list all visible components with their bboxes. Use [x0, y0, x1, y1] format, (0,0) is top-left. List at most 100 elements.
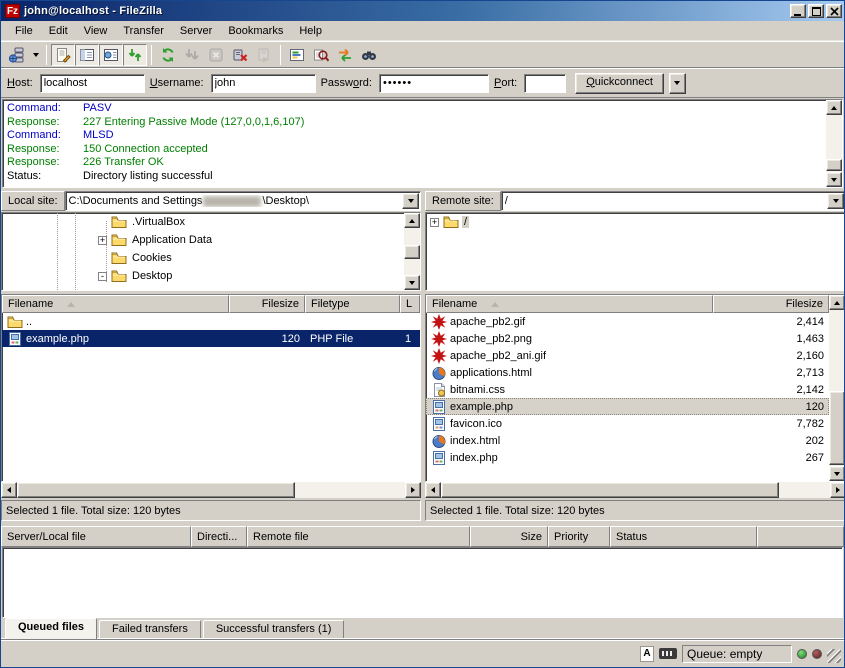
scroll-left-button[interactable]	[1, 482, 17, 498]
queue-column-directi[interactable]: Directi...	[191, 526, 247, 547]
password-input[interactable]	[379, 74, 489, 93]
resize-grip[interactable]	[827, 649, 841, 663]
compare-button[interactable]	[309, 44, 333, 66]
site-manager-button[interactable]	[5, 44, 29, 66]
tab-failed-transfers[interactable]: Failed transfers	[99, 620, 201, 638]
quickconnect-dropdown-button[interactable]	[669, 73, 686, 94]
scroll-down-button[interactable]	[404, 275, 420, 290]
queue-column-size[interactable]: Size	[470, 526, 548, 547]
log-scrollbar[interactable]	[826, 100, 842, 187]
scroll-up-button[interactable]	[829, 295, 845, 310]
remote-site-dropdown-button[interactable]	[827, 193, 844, 209]
menu-help[interactable]: Help	[291, 22, 330, 40]
remote-hscrollbar[interactable]	[425, 482, 845, 498]
tab-queued-files[interactable]: Queued files	[5, 618, 97, 639]
menu-transfer[interactable]: Transfer	[115, 22, 172, 40]
scroll-right-button[interactable]	[830, 482, 845, 498]
tree-item[interactable]: -Desktop	[2, 267, 420, 285]
scroll-up-button[interactable]	[826, 100, 842, 115]
menu-file[interactable]: File	[7, 22, 41, 40]
queue-column-serverlocalfile[interactable]: Server/Local file	[1, 526, 191, 547]
tab-successful-transfers-[interactable]: Successful transfers (1)	[203, 620, 345, 638]
scroll-thumb[interactable]	[404, 245, 420, 259]
expand-icon[interactable]: +	[430, 218, 439, 227]
file-row[interactable]: apache_pb2.png1,463	[426, 330, 829, 347]
local-site-combo[interactable]: C:\Documents and Settings\Desktop\	[65, 191, 421, 211]
sync-browsing-button[interactable]	[333, 44, 357, 66]
recv-activity-led	[797, 649, 807, 659]
scroll-left-button[interactable]	[425, 482, 441, 498]
collapse-icon[interactable]: -	[98, 272, 107, 281]
tree-item[interactable]: Cookies	[2, 249, 420, 267]
remote-list-scrollbar[interactable]	[829, 295, 845, 481]
scroll-right-button[interactable]	[405, 482, 421, 498]
toggle-queue-button[interactable]	[123, 44, 147, 66]
queue-list[interactable]	[2, 547, 843, 618]
site-manager-dropdown-button[interactable]	[29, 44, 42, 66]
speed-limits-icon[interactable]	[659, 648, 677, 659]
file-row[interactable]: bitnami.css2,142	[426, 381, 829, 398]
local-site-label: Local site:	[1, 191, 65, 211]
filter-button[interactable]	[285, 44, 309, 66]
local-tree-scrollbar[interactable]	[404, 213, 420, 290]
file-row[interactable]: example.php120	[426, 398, 829, 415]
scroll-thumb[interactable]	[829, 391, 845, 465]
port-input[interactable]	[524, 74, 566, 93]
scroll-thumb[interactable]	[441, 482, 779, 498]
column-header-filename[interactable]: Filename	[2, 295, 229, 313]
queue-column-remotefile[interactable]: Remote file	[247, 526, 470, 547]
filename-cell: applications.html	[426, 364, 713, 381]
filesize-cell: 1,463	[713, 330, 829, 347]
data-type-indicator-icon[interactable]: A	[640, 646, 654, 662]
column-header-filesize[interactable]: Filesize	[229, 295, 305, 313]
scroll-thumb[interactable]	[826, 159, 842, 171]
title-bar[interactable]: Fz john@localhost - FileZilla	[1, 1, 844, 21]
minimize-button[interactable]	[790, 4, 806, 18]
scroll-down-button[interactable]	[829, 466, 845, 481]
expand-icon[interactable]: +	[98, 236, 107, 245]
toggle-message-log-button[interactable]	[51, 44, 75, 66]
toggle-message-log-icon	[55, 47, 71, 63]
toggle-remote-tree-button[interactable]	[99, 44, 123, 66]
maximize-button[interactable]	[808, 4, 824, 18]
scroll-thumb[interactable]	[17, 482, 295, 498]
site-manager-icon	[9, 47, 25, 63]
file-row[interactable]: apache_pb2.gif2,414	[426, 313, 829, 330]
queue-column-priority[interactable]: Priority	[548, 526, 610, 547]
tree-item[interactable]: .VirtualBox	[2, 213, 420, 231]
column-header-filename[interactable]: Filename	[426, 295, 713, 313]
menu-server[interactable]: Server	[172, 22, 220, 40]
column-header-filetype[interactable]: Filetype	[305, 295, 400, 313]
file-row[interactable]: favicon.ico7,782	[426, 415, 829, 432]
remote-site-combo[interactable]: /	[501, 191, 845, 211]
file-row[interactable]: apache_pb2_ani.gif2,160	[426, 347, 829, 364]
refresh-button[interactable]	[156, 44, 180, 66]
local-site-dropdown-button[interactable]	[402, 193, 419, 209]
column-header-filesize[interactable]: Filesize	[713, 295, 829, 313]
file-row[interactable]: applications.html2,713	[426, 364, 829, 381]
log-message: MLSD	[83, 129, 114, 143]
menu-bookmarks[interactable]: Bookmarks	[220, 22, 291, 40]
queue-tabs: Queued filesFailed transfersSuccessful t…	[1, 618, 844, 639]
file-row[interactable]: ..	[2, 313, 420, 330]
tree-item[interactable]: +Application Data	[2, 231, 420, 249]
quickconnect-button[interactable]: Quickconnect	[575, 73, 664, 94]
close-button[interactable]	[826, 4, 842, 18]
disconnect-button[interactable]	[228, 44, 252, 66]
file-row[interactable]: index.php267	[426, 449, 829, 466]
column-header-l[interactable]: L	[400, 295, 420, 313]
queue-column-status[interactable]: Status	[610, 526, 757, 547]
menu-view[interactable]: View	[76, 22, 116, 40]
toggle-local-tree-button[interactable]	[75, 44, 99, 66]
file-row[interactable]: index.html202	[426, 432, 829, 449]
find-files-button[interactable]	[357, 44, 381, 66]
file-list-row: FilenameFilesizeFiletypeL ..example.php1…	[1, 294, 844, 482]
tree-item[interactable]: +/	[426, 213, 845, 231]
menu-edit[interactable]: Edit	[41, 22, 76, 40]
scroll-up-button[interactable]	[404, 213, 420, 228]
file-row[interactable]: example.php120PHP File1	[2, 330, 420, 347]
scroll-down-button[interactable]	[826, 172, 842, 187]
local-hscrollbar[interactable]	[1, 482, 421, 498]
username-input[interactable]	[211, 74, 316, 93]
host-input[interactable]	[40, 74, 145, 93]
